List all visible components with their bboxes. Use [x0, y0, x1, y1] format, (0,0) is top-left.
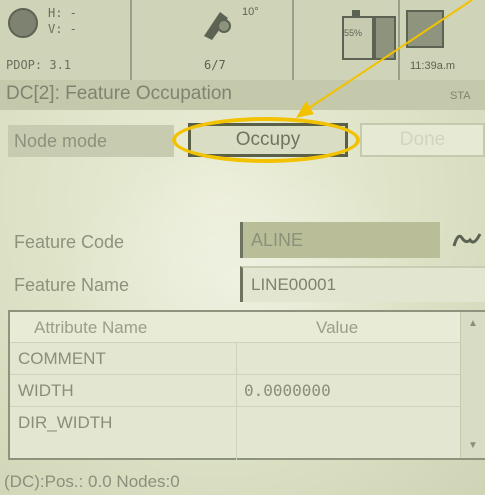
- attribute-table: Attribute Name Value COMMENT WIDTH 0.000…: [8, 310, 485, 460]
- battery-2-icon: [374, 16, 396, 60]
- scroll-down-icon[interactable]: ▼: [468, 440, 478, 451]
- scroll-up-icon[interactable]: ▲: [468, 318, 478, 329]
- title-right-text: STA: [450, 90, 471, 102]
- status-bar: H: - V: - PDOP: 3.1 10° 6/7 55% 11:39a.m: [0, 0, 485, 82]
- column-header-attribute-name[interactable]: Attribute Name: [34, 318, 147, 338]
- table-row[interactable]: WIDTH 0.0000000: [10, 374, 460, 407]
- node-mode-row: Node mode Occupy Done: [0, 115, 485, 165]
- attribute-name-cell: WIDTH: [18, 381, 74, 400]
- highlight-ellipse: [172, 117, 360, 163]
- line-code-icon[interactable]: [452, 228, 482, 250]
- node-mode-label: Node mode: [8, 125, 174, 157]
- tilt-value: 10°: [242, 6, 259, 18]
- position-status: (DC):Pos.: 0.0 Nodes:0: [4, 472, 180, 491]
- feature-code-field[interactable]: ALINE: [240, 222, 440, 258]
- attribute-name-cell: COMMENT: [18, 349, 106, 368]
- feature-code-label: Feature Code: [14, 232, 125, 252]
- attribute-name-cell: DIR_WIDTH: [18, 413, 113, 432]
- h-precision: H: -: [48, 6, 77, 20]
- battery-icon: [342, 16, 374, 60]
- satellite-ratio: 6/7: [204, 58, 226, 72]
- rover-tilt-icon: [204, 12, 231, 40]
- column-header-value[interactable]: Value: [316, 318, 358, 338]
- pdop-value: PDOP: 3.1: [6, 58, 72, 72]
- device-screen: H: - V: - PDOP: 3.1 10° 6/7 55% 11:39a.m…: [0, 0, 485, 495]
- feature-name-label: Feature Name: [14, 275, 130, 295]
- title-bar: DC[2]: Feature Occupation STA: [0, 80, 485, 110]
- time-cell[interactable]: 11:39a.m: [400, 0, 485, 80]
- page-title: DC[2]: Feature Occupation: [6, 83, 232, 104]
- table-scrollbar[interactable]: ▲ ▼: [460, 312, 485, 458]
- done-button[interactable]: Done: [360, 123, 485, 157]
- table-row[interactable]: DIR_WIDTH: [10, 406, 460, 439]
- feature-name-field[interactable]: LINE00001: [240, 266, 485, 302]
- table-row[interactable]: COMMENT: [10, 342, 460, 375]
- battery-cell[interactable]: 55%: [294, 0, 400, 80]
- rover-status-cell[interactable]: 10° 6/7: [132, 0, 294, 80]
- satellite-icon: [8, 8, 38, 38]
- time-value: 11:39a.m: [410, 60, 456, 72]
- table-header: Attribute Name Value: [10, 312, 460, 342]
- v-precision: V: -: [48, 22, 77, 36]
- battery-percent: 55%: [344, 28, 363, 38]
- column-divider: [236, 342, 237, 460]
- gnss-status-cell[interactable]: H: - V: - PDOP: 3.1: [0, 0, 132, 80]
- clock-icon: [406, 10, 444, 48]
- attribute-value-cell[interactable]: 0.0000000: [244, 381, 331, 400]
